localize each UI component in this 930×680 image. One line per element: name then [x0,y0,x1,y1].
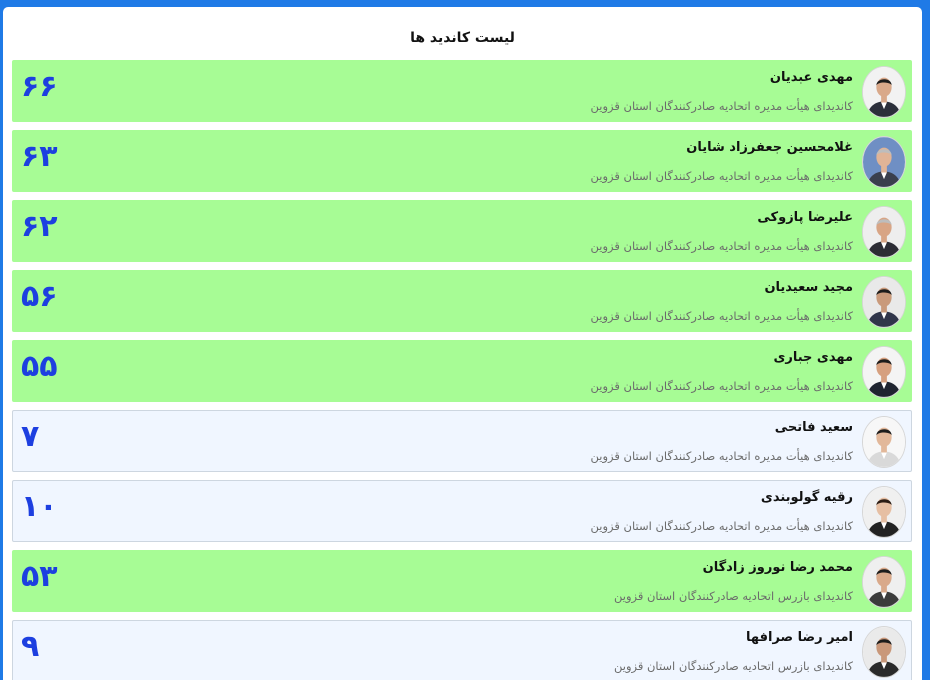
candidate-name: امیر رضا صرافها [746,630,853,645]
vote-count: ۶۲ [21,209,58,244]
candidate-name: محمد رضا نوروز زادگان [702,560,853,575]
person-photo-icon [862,136,906,188]
person-silhouette [863,67,905,117]
candidate-card[interactable]: غلامحسین جعفرزاد شایان کاندیدای هیأت مدی… [12,130,912,192]
vote-count: ۵۳ [21,559,58,594]
vote-count: ۷ [21,419,40,454]
candidate-card[interactable]: محمد رضا نوروز زادگان کاندیدای بازرس اتح… [12,550,912,612]
candidate-name: مهدی جباری [773,350,853,365]
candidate-name: غلامحسین جعفرزاد شایان [686,140,853,155]
person-photo-icon [862,486,906,538]
person-photo-icon [862,346,906,398]
candidate-role: کاندیدای هیأت مدیره اتحادیه صادرکنندگان … [590,309,853,323]
panel-title: لیست کاندید ها [410,30,515,46]
candidate-role: کاندیدای هیأت مدیره اتحادیه صادرکنندگان … [590,99,853,113]
candidate-list: مهدی عبدیان کاندیدای هیأت مدیره اتحادیه … [12,60,912,680]
vote-count: ۶۶ [21,69,58,104]
person-silhouette [863,487,905,537]
candidate-name: مجید سعیدیان [764,280,853,295]
candidate-name: مهدی عبدیان [769,70,853,85]
candidate-role: کاندیدای هیأت مدیره اتحادیه صادرکنندگان … [590,379,853,393]
candidate-role: کاندیدای هیأت مدیره اتحادیه صادرکنندگان … [590,169,853,183]
candidate-card[interactable]: امیر رضا صرافها کاندیدای بازرس اتحادیه ص… [12,620,912,680]
person-silhouette [863,347,905,397]
person-silhouette [863,557,905,607]
person-photo-icon [862,276,906,328]
candidate-role: کاندیدای بازرس اتحادیه صادرکنندگان استان… [613,589,853,603]
person-silhouette [863,627,905,677]
person-photo-icon [862,416,906,468]
person-silhouette [863,137,905,187]
person-photo-icon [862,66,906,118]
person-silhouette [863,207,905,257]
person-photo-icon [862,206,906,258]
candidate-card[interactable]: مهدی عبدیان کاندیدای هیأت مدیره اتحادیه … [12,60,912,122]
candidate-card[interactable]: علیرضا پازوکی کاندیدای هیأت مدیره اتحادی… [12,200,912,262]
candidate-card[interactable]: مهدی جباری کاندیدای هیأت مدیره اتحادیه ص… [12,340,912,402]
candidate-role: کاندیدای بازرس اتحادیه صادرکنندگان استان… [613,659,853,673]
candidate-name: سعید فاتحی [774,420,853,435]
candidate-panel: لیست کاندید ها مهدی عبدیان کاندیدای هیأت… [3,7,922,680]
candidate-role: کاندیدای هیأت مدیره اتحادیه صادرکنندگان … [590,239,853,253]
vote-count: ۱۰ [21,489,58,524]
vote-count: ۵۶ [21,279,58,314]
vote-count: ۹ [21,629,40,664]
candidate-name: رقیه گولوبندی [760,490,853,505]
person-photo-icon [862,556,906,608]
candidate-name: علیرضا پازوکی [757,210,853,225]
person-silhouette [863,417,905,467]
candidate-card[interactable]: رقیه گولوبندی کاندیدای هیأت مدیره اتحادی… [12,480,912,542]
person-photo-icon [862,626,906,678]
vote-count: ۵۵ [21,349,58,384]
candidate-card[interactable]: سعید فاتحی کاندیدای هیأت مدیره اتحادیه ص… [12,410,912,472]
candidate-role: کاندیدای هیأت مدیره اتحادیه صادرکنندگان … [590,449,853,463]
person-silhouette [863,277,905,327]
vote-count: ۶۳ [21,139,58,174]
candidate-role: کاندیدای هیأت مدیره اتحادیه صادرکنندگان … [590,519,853,533]
candidate-card[interactable]: مجید سعیدیان کاندیدای هیأت مدیره اتحادیه… [12,270,912,332]
